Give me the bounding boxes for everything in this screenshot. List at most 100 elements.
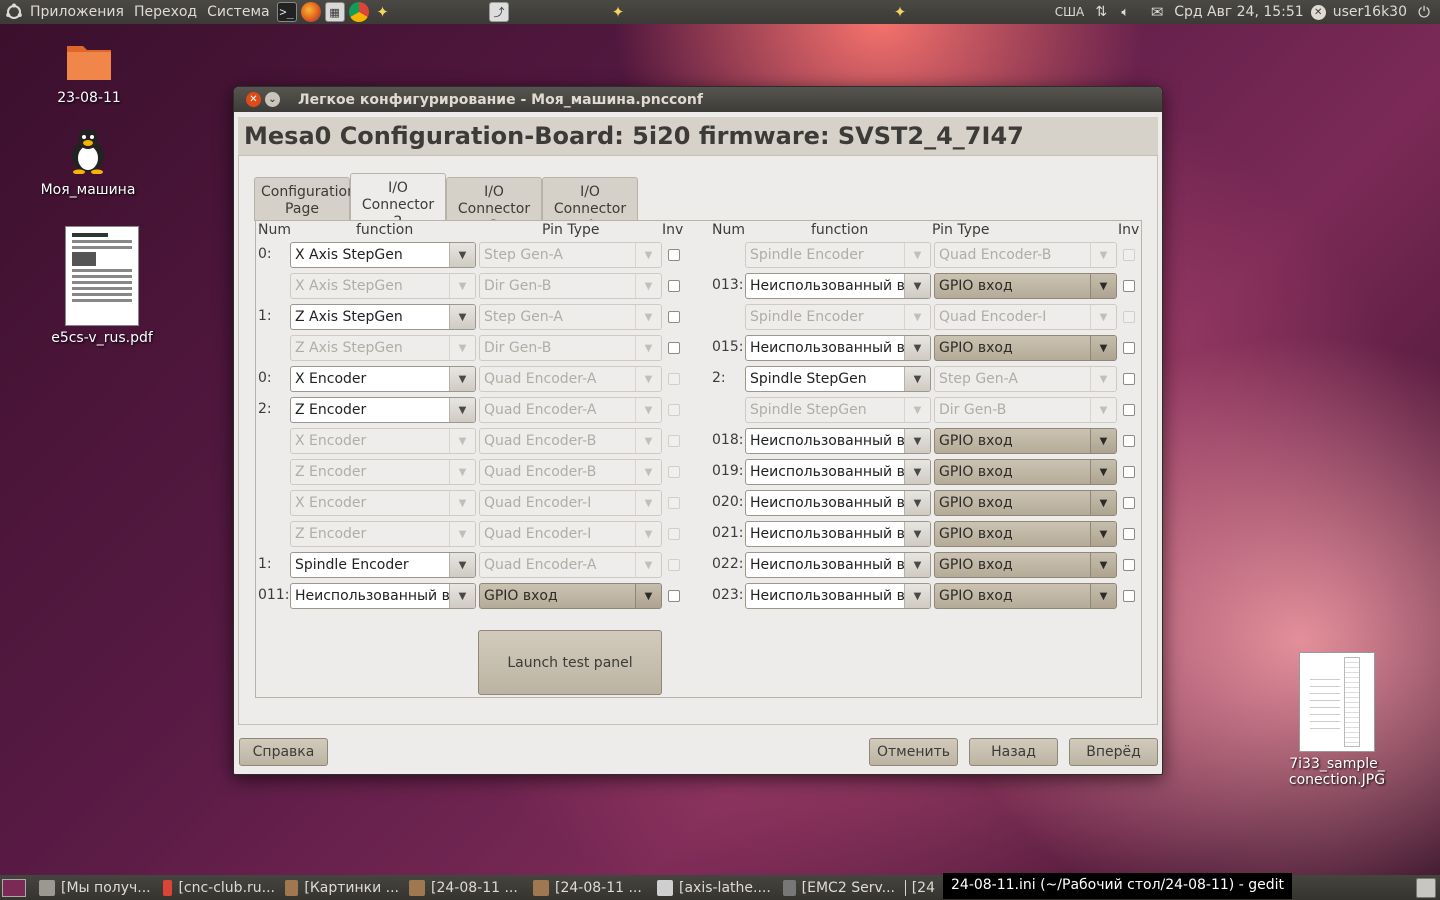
- pin-type-combo: Dir Gen-B ▼: [934, 397, 1117, 423]
- desktop-icon-folder[interactable]: 23-08-11: [50, 40, 128, 106]
- invert-checkbox[interactable]: [668, 311, 680, 323]
- taskbar-item[interactable]: [axis-lathe....: [652, 875, 778, 900]
- pin-type-combo[interactable]: GPIO вход ▼: [934, 335, 1117, 361]
- invert-checkbox[interactable]: [1123, 497, 1135, 509]
- dropdown-arrow-icon: ▼: [1090, 522, 1116, 546]
- function-combo: Spindle Encoder ▼: [745, 304, 931, 330]
- function-combo[interactable]: Неиспользованный вход GPIO▼: [745, 521, 931, 547]
- function-combo[interactable]: Неиспользованный вход GPIO▼: [745, 459, 931, 485]
- function-combo[interactable]: Неиспользованный вход GPIO▼: [745, 552, 931, 578]
- linuxcnc-tray-icon[interactable]: ✦: [608, 2, 628, 22]
- close-icon[interactable]: ✕: [246, 92, 261, 107]
- dropdown-arrow-icon: ▼: [635, 274, 661, 298]
- dropdown-arrow-icon: ▼: [635, 243, 661, 267]
- taskbar-item[interactable]: [24-08-11 ...: [528, 875, 652, 900]
- pin-type-combo[interactable]: GPIO вход ▼: [934, 490, 1117, 516]
- screenshot-launcher-icon[interactable]: ⤴: [489, 2, 509, 22]
- taskbar-item[interactable]: [Картинки ...: [280, 875, 404, 900]
- user-status-icon[interactable]: ✕: [1310, 4, 1326, 20]
- cancel-button[interactable]: Отменить: [869, 738, 958, 766]
- tab-configuration-page[interactable]: Configuration Page: [254, 177, 356, 221]
- function-combo[interactable]: Неиспользованный вход GPIO▼: [745, 490, 931, 516]
- firefox-launcher-icon[interactable]: [300, 2, 321, 22]
- clock[interactable]: Срд Авг 24, 15:51: [1169, 0, 1309, 24]
- desktop-icon-image[interactable]: 7i33_sample_ conection.JPG: [1286, 652, 1388, 788]
- invert-checkbox[interactable]: [1123, 435, 1135, 447]
- function-combo[interactable]: X Encoder ▼: [290, 366, 476, 392]
- pin-number-label: 019:: [712, 463, 744, 479]
- pin-type-combo[interactable]: GPIO вход ▼: [934, 552, 1117, 578]
- invert-checkbox: [668, 373, 680, 385]
- function-combo[interactable]: Неиспользованный вход GPIO▼: [745, 583, 931, 609]
- function-value: Spindle Encoder: [295, 557, 409, 573]
- trash-icon[interactable]: [1416, 877, 1436, 898]
- ubuntu-logo-icon[interactable]: [0, 0, 25, 24]
- mail-icon[interactable]: ✉: [1147, 2, 1167, 22]
- taskbar-item[interactable]: [24-08-11 ...: [404, 875, 528, 900]
- tab-io-connector-2[interactable]: I/O Connector 2: [350, 173, 446, 230]
- function-value: X Axis StepGen: [295, 278, 403, 294]
- invert-checkbox[interactable]: [668, 280, 680, 292]
- invert-checkbox[interactable]: [668, 249, 680, 261]
- taskbar-item[interactable]: [EMC2 Serv...: [778, 875, 900, 900]
- function-combo[interactable]: Spindle StepGen ▼: [745, 366, 931, 392]
- invert-checkbox[interactable]: [668, 590, 680, 602]
- function-value: Неиспользованный вход GPIO: [750, 278, 904, 294]
- show-desktop-icon[interactable]: [2, 878, 26, 897]
- launch-test-panel-button[interactable]: Launch test panel: [478, 630, 662, 695]
- help-button[interactable]: Справка: [239, 738, 328, 766]
- invert-checkbox[interactable]: [1123, 528, 1135, 540]
- invert-checkbox[interactable]: [1123, 404, 1135, 416]
- function-combo[interactable]: X Axis StepGen ▼: [290, 242, 476, 268]
- function-combo[interactable]: Неиспользованный вход GPIO▼: [745, 428, 931, 454]
- forward-button[interactable]: Вперёд: [1069, 738, 1158, 766]
- dropdown-arrow-icon: ▼: [449, 367, 475, 391]
- invert-checkbox[interactable]: [1123, 559, 1135, 571]
- menu-system[interactable]: Система: [202, 0, 274, 24]
- function-combo[interactable]: Неиспользованный вход GPIO▼: [745, 335, 931, 361]
- invert-checkbox[interactable]: [1123, 466, 1135, 478]
- keyboard-layout-indicator[interactable]: США: [1050, 0, 1089, 24]
- pin-type-combo[interactable]: GPIO вход ▼: [934, 428, 1117, 454]
- menu-applications[interactable]: Приложения: [25, 0, 129, 24]
- minimize-icon[interactable]: ⌄: [265, 92, 280, 107]
- network-icon[interactable]: ⇅: [1091, 2, 1111, 22]
- desktop-icon-pdf[interactable]: e5cs-v_rus.pdf: [48, 226, 156, 346]
- linuxcnc-tray-icon-2[interactable]: ✦: [890, 2, 910, 22]
- taskbar-item[interactable]: [24: [900, 875, 940, 900]
- invert-checkbox[interactable]: [1123, 280, 1135, 292]
- power-icon[interactable]: ⏻: [1414, 2, 1434, 22]
- chrome-launcher-icon[interactable]: [348, 2, 369, 22]
- pin-type-value: GPIO вход: [939, 495, 1013, 511]
- pin-type-combo[interactable]: GPIO вход ▼: [934, 459, 1117, 485]
- pin-type-combo[interactable]: GPIO вход ▼: [479, 583, 662, 609]
- invert-checkbox[interactable]: [1123, 590, 1135, 602]
- invert-checkbox[interactable]: [1123, 373, 1135, 385]
- function-combo[interactable]: Z Encoder ▼: [290, 397, 476, 423]
- back-button[interactable]: Назад: [969, 738, 1058, 766]
- function-combo[interactable]: Spindle Encoder ▼: [290, 552, 476, 578]
- function-combo[interactable]: Z Axis StepGen ▼: [290, 304, 476, 330]
- window-titlebar[interactable]: ✕ ⌄ Легкое конфигурирование - Моя_машина…: [234, 87, 1162, 112]
- invert-checkbox[interactable]: [668, 342, 680, 354]
- volume-icon[interactable]: 🔈︎: [1115, 2, 1135, 22]
- pin-type-combo[interactable]: GPIO вход ▼: [934, 521, 1117, 547]
- linuxcnc-launcher-icon[interactable]: ✦: [373, 2, 393, 22]
- terminal-launcher-icon[interactable]: >_: [276, 2, 297, 22]
- pin-type-combo[interactable]: GPIO вход ▼: [934, 583, 1117, 609]
- function-combo[interactable]: Неиспользованный вход GPIO▼: [745, 273, 931, 299]
- invert-checkbox[interactable]: [1123, 342, 1135, 354]
- tab-io-connector-4[interactable]: I/O Connector 4: [542, 177, 638, 234]
- function-combo[interactable]: Неиспользованный вход GPIO▼: [290, 583, 476, 609]
- desktop-icon-machine[interactable]: Моя_машина: [38, 126, 138, 198]
- calculator-launcher-icon[interactable]: ▦: [324, 2, 345, 22]
- username-label[interactable]: user16k30: [1328, 0, 1412, 24]
- tab-io-connector-3[interactable]: I/O Connector 3: [446, 177, 542, 234]
- taskbar-item[interactable]: [cnc-club.ru...: [158, 875, 280, 900]
- header-num-left: Num: [258, 222, 291, 238]
- function-combo: X Axis StepGen ▼: [290, 273, 476, 299]
- menu-places[interactable]: Переход: [129, 0, 202, 24]
- pin-type-value: GPIO вход: [939, 464, 1013, 480]
- taskbar-item[interactable]: [Мы получ...: [34, 875, 158, 900]
- pin-type-combo[interactable]: GPIO вход ▼: [934, 273, 1117, 299]
